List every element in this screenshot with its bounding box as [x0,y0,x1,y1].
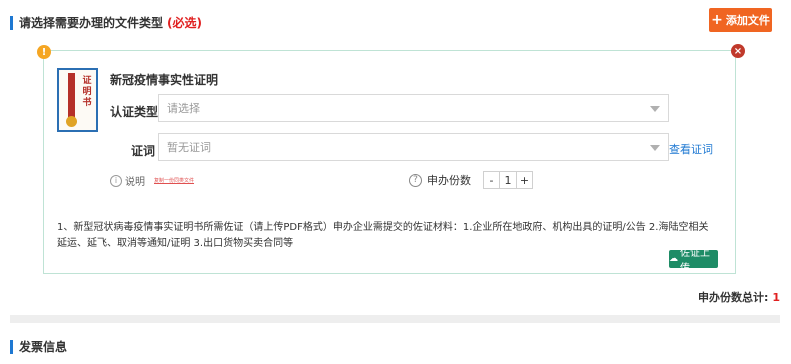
close-icon[interactable]: × [731,44,745,58]
question-icon[interactable]: ? [409,173,422,187]
section-accent-bar [10,339,13,354]
quantity-stepper: - 1 + [483,171,533,189]
dropdown-caret-icon [650,145,660,151]
section-accent-bar [10,15,13,30]
file-type-section-header: 请选择需要办理的文件类型 (必选) [10,14,202,31]
certificate-icon: 证明书 [57,68,98,132]
cert-type-placeholder: 请选择 [167,102,200,115]
quantity-input[interactable]: 1 [499,172,517,188]
help-row[interactable]: i 说明 [110,173,145,188]
certificate-title: 新冠疫情事实性证明 [110,73,219,87]
add-file-button[interactable]: + 添加文件 [709,8,772,32]
cert-type-label: 认证类型 [110,105,159,119]
total-count: 申办份数总计: 1 [698,289,780,305]
copy-file-link[interactable]: 复制一份同类文件 [154,177,194,184]
evidence-select[interactable]: 暂无证词 [158,133,669,161]
count-row: ? 申办份数 - 1 + [409,171,533,189]
invoice-section-header: 发票信息 [10,338,67,355]
info-icon: ! [37,45,51,59]
certificate-seal [66,116,77,127]
plus-icon: + [711,12,723,28]
evidence-label: 证词 [131,144,156,158]
invoice-section-title: 发票信息 [19,340,68,354]
total-count-label: 申办份数总计: [698,291,769,304]
file-type-section-title: 请选择需要办理的文件类型 [19,16,164,30]
section-divider [10,315,780,323]
help-label: 说明 [125,177,145,188]
count-label: 申办份数 [427,174,471,187]
certificate-ribbon [68,73,75,119]
view-evidence-link[interactable]: 查看证词 [669,141,713,157]
help-circle-icon: i [110,174,122,187]
dropdown-caret-icon [650,106,660,112]
decrement-button[interactable]: - [484,172,499,188]
increment-button[interactable]: + [517,172,532,188]
cert-type-select[interactable]: 请选择 [158,94,669,122]
certificate-icon-text: 证明书 [82,76,92,108]
cloud-upload-icon: ☁ [669,254,678,264]
evidence-placeholder: 暂无证词 [167,141,211,154]
required-tag: (必选) [167,16,202,30]
add-file-label: 添加文件 [725,14,770,27]
upload-evidence-button[interactable]: ☁ 佐证上传 [669,248,718,274]
upload-evidence-label: 佐证上传 [680,248,710,274]
requirements-description: 1、新型冠状病毒疫情事实证明书所需佐证（请上传PDF格式）申办企业需提交的佐证材… [57,222,709,249]
total-count-value: 1 [772,291,781,304]
